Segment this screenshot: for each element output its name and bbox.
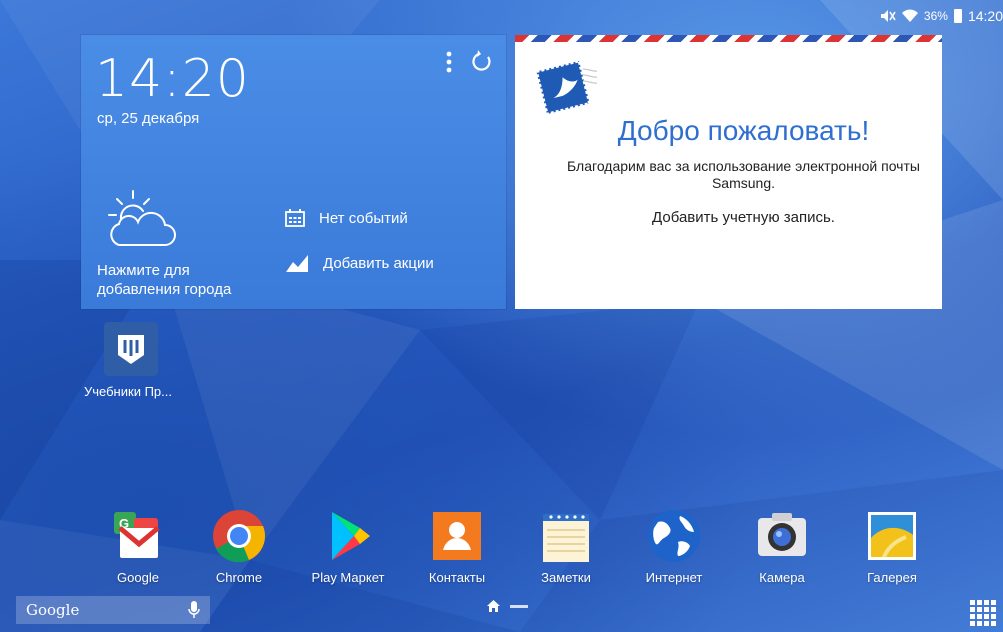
apps-grid-icon[interactable] (968, 598, 1000, 628)
shortcut-label: Учебники Пр... (84, 384, 172, 399)
clock-time[interactable]: 14:20 (95, 49, 250, 109)
gmail-folder-icon: G (114, 512, 160, 558)
email-widget[interactable]: Добро пожаловать! Благодарим вас за испо… (515, 35, 942, 309)
chrome-icon (213, 510, 265, 563)
email-stamp-icon (535, 58, 598, 116)
refresh-icon[interactable] (469, 49, 495, 75)
stocks-row[interactable]: Добавить акции (285, 253, 434, 273)
camera-icon (758, 513, 806, 556)
events-label: Нет событий (319, 209, 408, 227)
clock-weather-widget[interactable]: 14:20 ср, 25 декабря Нажмите для добавле… (81, 35, 506, 309)
app-label: Google (117, 570, 159, 585)
stocks-label: Добавить акции (323, 254, 434, 272)
status-icons: 36% 14:20 (880, 8, 1003, 24)
app-label: Контакты (428, 570, 486, 585)
google-search-bar[interactable]: Google (16, 596, 210, 624)
app-camera[interactable]: Камера (737, 508, 827, 585)
add-city-hint[interactable]: Нажмите для добавления города (97, 261, 267, 299)
menu-dots-icon[interactable] (439, 49, 459, 75)
stocks-chart-icon (286, 255, 308, 272)
status-bar: 36% 14:20 (0, 0, 1003, 30)
gallery-icon (868, 512, 916, 560)
app-gallery[interactable]: Галерея (847, 508, 937, 585)
book-shield-icon (118, 335, 144, 364)
shortcut-textbooks[interactable]: Учебники Пр... (84, 322, 194, 399)
app-dock: G Google Chrome Play Маркет Контакты Зам… (0, 508, 1003, 588)
clock-date: ср, 25 декабря (97, 110, 200, 127)
microphone-icon[interactable] (188, 601, 200, 619)
mute-icon (880, 10, 896, 22)
welcome-title: Добро пожаловать! (617, 115, 870, 146)
events-row[interactable]: Нет событий (285, 209, 408, 227)
app-play-market[interactable]: Play Маркет (303, 508, 393, 585)
app-label: Интернет (645, 570, 703, 585)
globe-icon (648, 510, 700, 562)
app-internet[interactable]: Интернет (629, 508, 719, 585)
app-label: Play Маркет (311, 570, 385, 585)
app-memo[interactable]: Заметки (521, 508, 611, 585)
airmail-border (515, 35, 942, 42)
app-label: Галерея (867, 570, 917, 585)
home-page-icon[interactable] (487, 600, 500, 612)
page-dot[interactable] (510, 604, 528, 608)
app-label: Заметки (541, 570, 591, 585)
play-store-icon (332, 512, 370, 560)
battery-percent: 36% (923, 9, 948, 23)
sun-cloud-icon[interactable] (97, 185, 179, 255)
welcome-description: Благодарим вас за использование электрон… (567, 158, 920, 191)
memo-icon (543, 514, 589, 562)
app-contacts[interactable]: Контакты (412, 508, 502, 585)
battery-icon (953, 9, 962, 23)
calendar-icon (285, 209, 305, 227)
app-chrome[interactable]: Chrome (194, 508, 284, 585)
app-google[interactable]: G Google (93, 508, 183, 585)
status-time: 14:20 (967, 8, 1003, 24)
add-account-link[interactable]: Добавить учетную запись. (515, 209, 942, 226)
google-logo: Google (26, 601, 80, 619)
app-label: Камера (759, 570, 805, 585)
app-label: Chrome (215, 570, 263, 585)
wifi-icon (901, 9, 918, 22)
contacts-icon (433, 512, 481, 560)
page-indicator[interactable] (487, 600, 528, 612)
textbooks-app-icon[interactable] (104, 322, 158, 376)
